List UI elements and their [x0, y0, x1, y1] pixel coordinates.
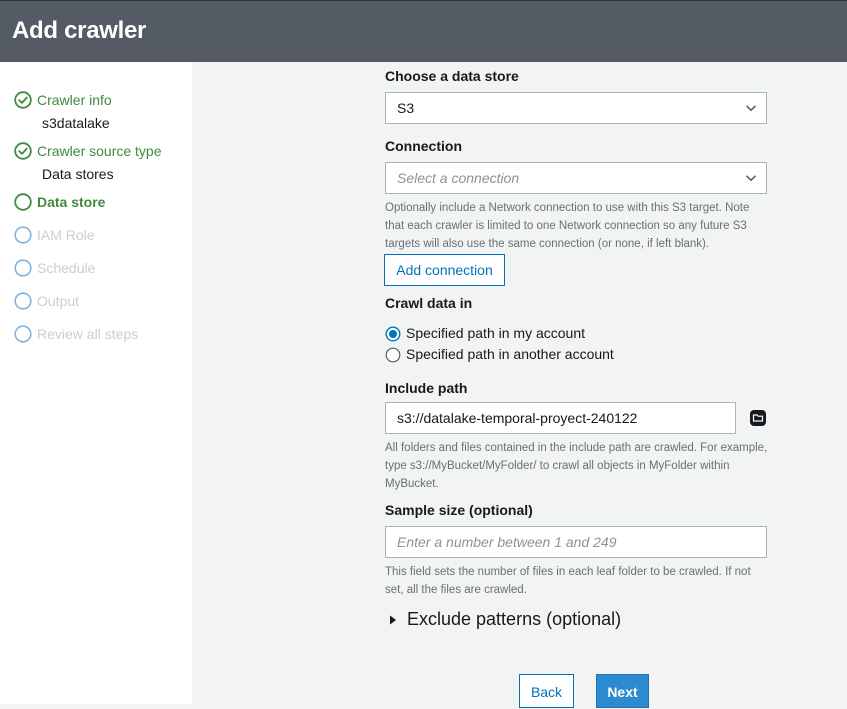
connection-label: Connection	[385, 138, 462, 154]
next-button[interactable]: Next	[596, 674, 649, 708]
data-store-select[interactable]: S3	[385, 92, 767, 124]
circle-icon	[14, 193, 32, 211]
check-circle-icon	[14, 91, 32, 109]
sample-size-placeholder: Enter a number between 1 and 249	[397, 534, 617, 550]
back-button[interactable]: Back	[519, 674, 574, 708]
step-label: Schedule	[37, 260, 96, 276]
radio-selected-icon[interactable]	[385, 326, 401, 342]
page-title: Add crawler	[12, 17, 147, 44]
step-label: IAM Role	[37, 227, 95, 243]
include-path-help-text: All folders and files contained in the i…	[385, 442, 768, 490]
step-crawler-info-value: s3datalake	[42, 115, 110, 131]
chevron-down-icon	[745, 175, 757, 182]
step-label: Crawler source type	[37, 143, 162, 159]
radio-label: Specified path in my account	[406, 325, 585, 341]
step-label: Output	[37, 293, 80, 309]
connection-help-text: Optionally include a Network connection …	[385, 202, 750, 250]
sample-size-help-text: This field sets the number of files in e…	[385, 566, 751, 596]
radio-label: Specified path in another account	[406, 346, 614, 362]
chevron-down-icon	[745, 105, 757, 112]
exclude-patterns-label: Exclude patterns (optional)	[407, 609, 622, 629]
sample-size-label: Sample size (optional)	[385, 502, 533, 518]
circle-icon	[14, 259, 32, 277]
step-label: Review all steps	[37, 326, 139, 342]
include-path-value: s3://datalake-temporal-proyect-240122	[397, 410, 638, 426]
folder-browse-icon[interactable]	[749, 409, 767, 427]
header-bar: Add crawler	[0, 0, 847, 62]
wizard-steps-sidebar: Crawler info s3datalake Crawler source t…	[0, 62, 192, 704]
radio-unselected-icon[interactable]	[385, 347, 401, 363]
sample-size-input[interactable]: Enter a number between 1 and 249	[385, 526, 767, 558]
data-store-value: S3	[397, 100, 415, 116]
data-store-label: Choose a data store	[385, 68, 519, 84]
check-circle-icon	[14, 142, 32, 160]
circle-icon	[14, 292, 32, 310]
include-path-label: Include path	[385, 380, 468, 396]
caret-right-icon	[390, 615, 396, 625]
step-crawler-source-type-value: Data stores	[42, 166, 114, 182]
connection-select[interactable]: Select a connection	[385, 162, 767, 194]
circle-icon	[14, 325, 32, 343]
add-connection-button[interactable]: Add connection	[384, 254, 505, 286]
data-store-form: Choose a data store S3 Connection Select…	[192, 62, 847, 708]
connection-placeholder: Select a connection	[397, 170, 520, 186]
step-label: Crawler info	[37, 92, 112, 108]
circle-icon	[14, 226, 32, 244]
crawl-data-in-label: Crawl data in	[385, 295, 473, 311]
step-label: Data store	[37, 194, 106, 210]
include-path-input[interactable]: s3://datalake-temporal-proyect-240122	[385, 402, 736, 434]
